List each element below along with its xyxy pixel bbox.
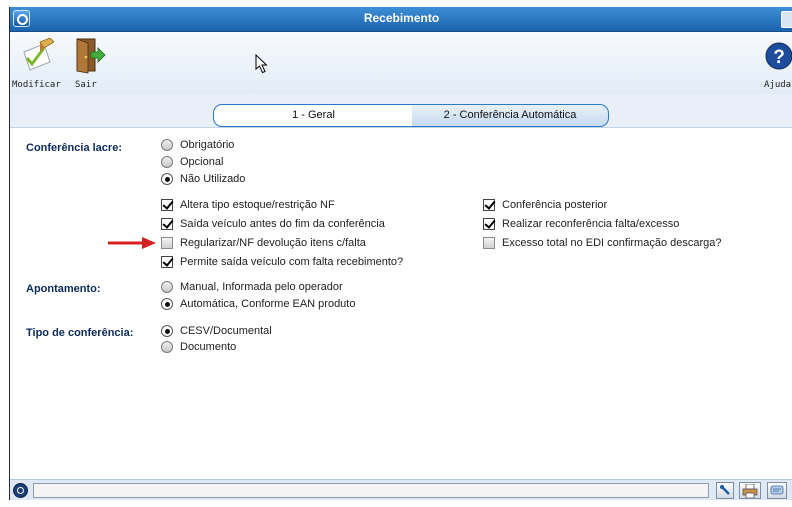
status-icon[interactable] — [13, 483, 28, 498]
radio-label: Obrigatório — [180, 139, 235, 151]
checkbox-unchecked[interactable] — [483, 237, 495, 249]
checkbox-checked[interactable] — [161, 218, 173, 230]
checkbox-unchecked[interactable] — [161, 237, 173, 249]
status-message-field — [33, 483, 709, 498]
exit-button[interactable]: Sair — [72, 36, 106, 94]
tab-geral[interactable]: 1 - Geral — [213, 104, 414, 127]
checkbox-checked[interactable] — [483, 218, 495, 230]
checkbox-checked[interactable] — [161, 256, 173, 268]
title-bar: Recebimento — [10, 7, 792, 32]
radio-button-selected[interactable] — [161, 173, 173, 185]
radio-label: Documento — [180, 341, 237, 353]
checkbox-checked[interactable] — [483, 199, 495, 211]
checkbox-label: Realizar reconferência falta/excesso — [502, 218, 680, 230]
checkbox-label: Saída veículo antes do fim da conferênci… — [180, 218, 385, 230]
radio-label: Opcional — [180, 156, 224, 168]
radio-label: CESV/Documental — [180, 325, 272, 337]
radio-label: Não Utilizado — [180, 173, 246, 185]
tool-button[interactable] — [716, 482, 734, 499]
exit-label: Sair — [75, 80, 97, 90]
toolbar: Modificar Sair ? Ajuda — [10, 32, 792, 95]
exit-door-icon — [76, 38, 106, 74]
status-bar — [10, 479, 792, 500]
radio-button-selected[interactable] — [161, 325, 173, 337]
print-icon — [742, 483, 758, 499]
form-content: Conferência lacre: Obrigatório Opcional … — [10, 128, 792, 478]
checkbox-label: Conferência posterior — [502, 199, 608, 211]
radio-label: Automática, Conforme EAN produto — [180, 298, 356, 310]
radio-button[interactable] — [161, 156, 173, 168]
conferencia-lacre-label: Conferência lacre: — [26, 142, 122, 154]
chat-icon — [770, 485, 784, 495]
checkbox-label: Excesso total no EDI confirmação descarg… — [502, 237, 722, 249]
print-button[interactable] — [739, 482, 761, 499]
tool-icon — [720, 485, 730, 495]
checkbox-label: Altera tipo estoque/restrição NF — [180, 199, 335, 211]
tipo-conferencia-label: Tipo de conferência: — [26, 327, 134, 339]
help-button[interactable]: ? Ajuda — [762, 36, 792, 94]
help-icon: ? — [765, 42, 792, 70]
modify-icon — [23, 38, 54, 71]
modify-label: Modificar — [12, 80, 61, 90]
checkbox-label: Permite saída veículo com falta recebime… — [180, 256, 404, 268]
checkbox-checked[interactable] — [161, 199, 173, 211]
help-label: Ajuda — [764, 80, 792, 90]
radio-button[interactable] — [161, 139, 173, 151]
svg-text:?: ? — [773, 47, 785, 68]
apontamento-label: Apontamento: — [26, 283, 101, 295]
radio-button[interactable] — [161, 341, 173, 353]
modify-button[interactable]: Modificar — [11, 36, 61, 94]
tab-conferencia-automatica[interactable]: 2 - Conferência Automática — [412, 104, 609, 127]
app-window: Recebimento Modificar Sair ? Ajuda 1 - G… — [9, 7, 792, 500]
checkbox-label: Regularizar/NF devolução itens c/falta — [180, 237, 366, 249]
window-control-button[interactable] — [781, 11, 792, 28]
radio-button[interactable] — [161, 281, 173, 293]
radio-label: Manual, Informada pelo operador — [180, 281, 343, 293]
chat-button[interactable] — [767, 482, 787, 499]
cursor-icon — [255, 54, 268, 74]
radio-button-selected[interactable] — [161, 298, 173, 310]
window-title: Recebimento — [363, 11, 440, 25]
tab-bar: 1 - Geral 2 - Conferência Automática — [10, 94, 792, 128]
red-arrow-icon — [108, 237, 156, 249]
